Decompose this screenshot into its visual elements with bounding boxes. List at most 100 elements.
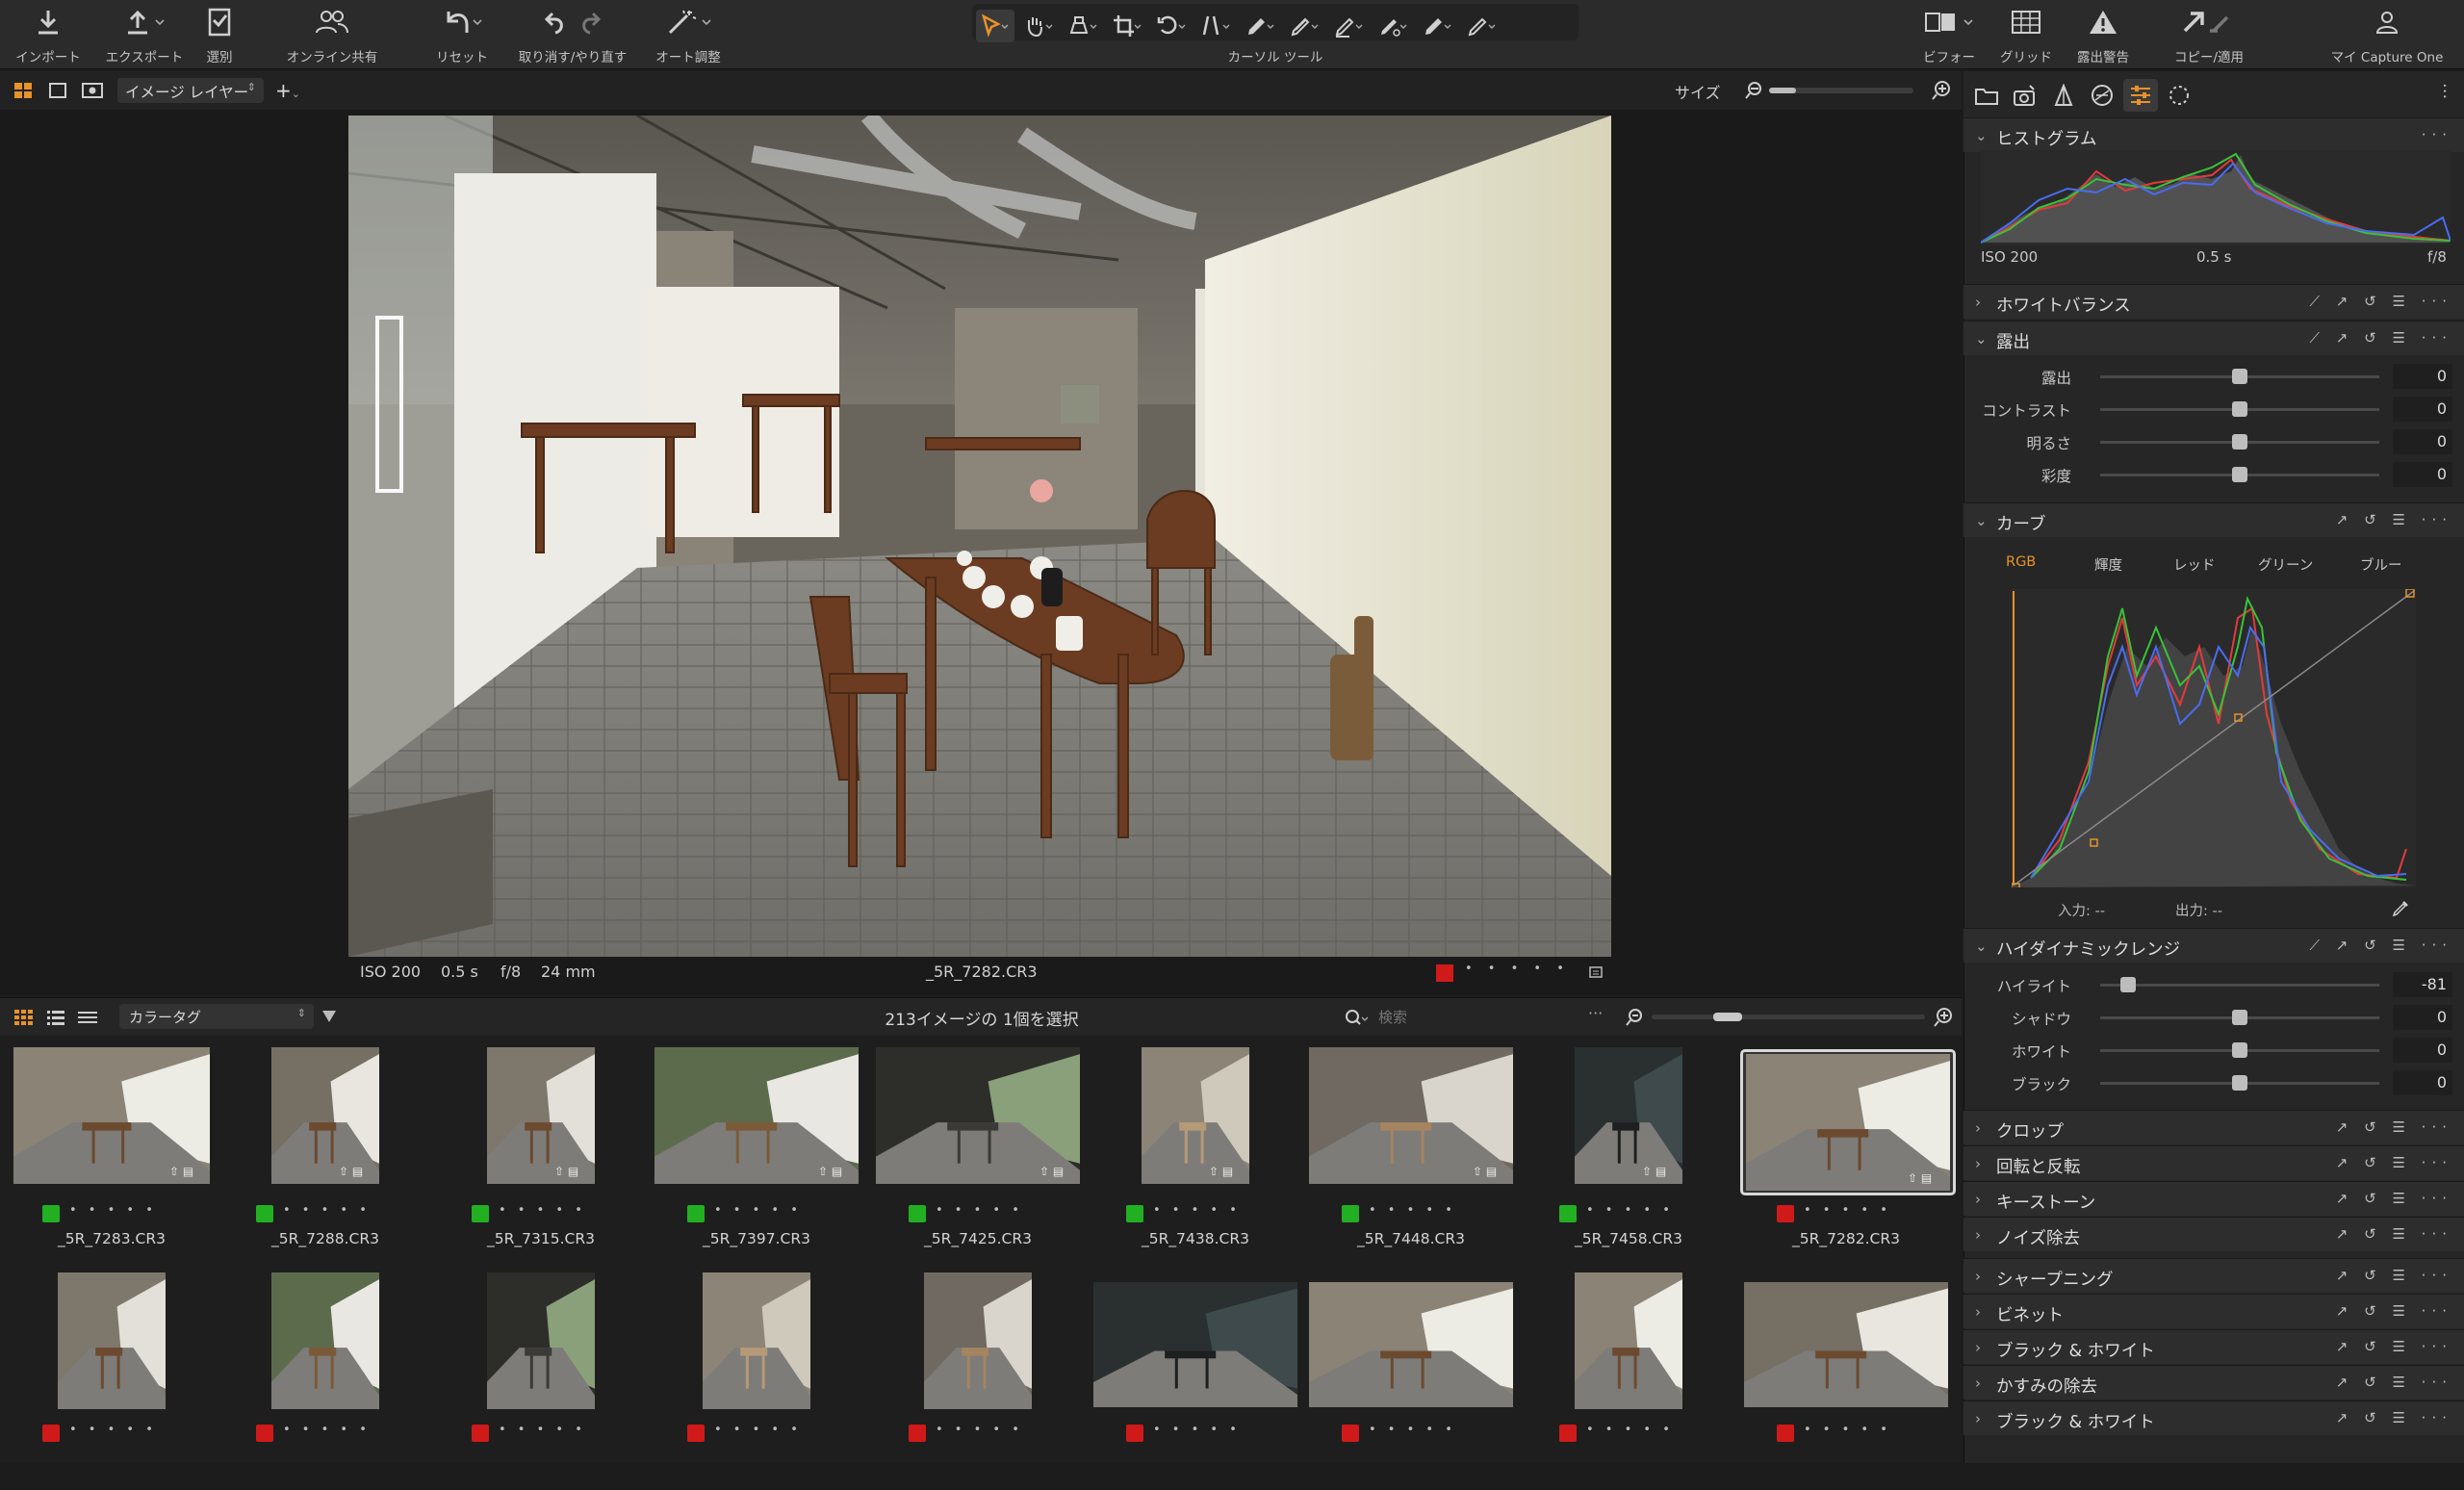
loupe-icon[interactable] bbox=[1065, 10, 1103, 42]
filter-icon[interactable] bbox=[321, 1009, 337, 1028]
curve-tab[interactable]: グリーン bbox=[2258, 554, 2313, 575]
share-button[interactable]: オンライン共有 bbox=[279, 0, 385, 69]
thumbnail-cell[interactable]: • • • • • bbox=[1305, 1271, 1517, 1490]
color-tag[interactable] bbox=[687, 1205, 705, 1222]
single-view-icon[interactable] bbox=[48, 82, 67, 103]
curve-tab[interactable]: RGB bbox=[2006, 554, 2036, 570]
proof-view-icon[interactable] bbox=[81, 82, 104, 103]
thumbnail-cell[interactable]: • • • • • bbox=[435, 1271, 647, 1490]
detail-tab-icon[interactable] bbox=[2162, 79, 2196, 112]
color-tag[interactable] bbox=[1559, 1205, 1577, 1222]
color-tag[interactable] bbox=[472, 1205, 489, 1222]
hdr-section-header[interactable]: ⌄ ハイダイナミックレンジ ⟋ ↗ ↺ ☰ ··· bbox=[1964, 928, 2464, 963]
keystone-icon[interactable] bbox=[1197, 10, 1236, 42]
thumb-zoom-in-icon[interactable] bbox=[1933, 1007, 1954, 1032]
tool-section-header[interactable]: › キーストーン ↗ ↺ ☰ ··· bbox=[1964, 1181, 2464, 1216]
exposure-warning-button[interactable]: 露出警告 bbox=[2069, 0, 2137, 69]
slider-knob[interactable] bbox=[2232, 467, 2247, 482]
thumbnail-cell[interactable]: • • • • • bbox=[651, 1271, 862, 1490]
grid-button[interactable]: グリッド bbox=[1992, 0, 2060, 69]
auto-adjust-button[interactable]: オート調整 bbox=[645, 0, 732, 69]
library-tab-icon[interactable] bbox=[1969, 79, 2004, 112]
curve-tab[interactable]: ブルー bbox=[2360, 554, 2402, 575]
section-actions-icon[interactable]: ↗ ↺ ☰ ··· bbox=[2336, 1225, 2452, 1243]
section-actions-icon[interactable]: ↗ ↺ ☰ ··· bbox=[2336, 1302, 2452, 1320]
thumbnail-cell[interactable]: ⇧ ▤ • • • • • _5R_7448.CR3 bbox=[1305, 1041, 1517, 1261]
section-actions-icon[interactable]: ⟋ ↗ ↺ ☰ ··· bbox=[2310, 293, 2452, 310]
thumbnail-image[interactable] bbox=[1309, 1282, 1513, 1411]
list-view-icon[interactable] bbox=[46, 1009, 65, 1030]
info-icon[interactable] bbox=[1588, 964, 1604, 984]
curve-graph[interactable] bbox=[2011, 588, 2416, 892]
tool-section-header[interactable]: › ブラック & ホワイト ↗ ↺ ☰ ··· bbox=[1964, 1329, 2464, 1364]
curve-section-header[interactable]: ⌄ カーブ ↗ ↺ ☰ ··· bbox=[1964, 502, 2464, 537]
rating-dots[interactable]: • • • • • bbox=[936, 1203, 1023, 1218]
section-actions-icon[interactable]: ⟋ ↗ ↺ ☰ ··· bbox=[2310, 329, 2452, 347]
exposure-section-header[interactable]: ⌄ 露出 ⟋ ↗ ↺ ☰ ··· bbox=[1964, 321, 2464, 355]
color-tag[interactable] bbox=[1126, 1205, 1143, 1222]
heal-icon[interactable] bbox=[1374, 10, 1413, 42]
lens-tab-icon[interactable] bbox=[2046, 79, 2081, 112]
color-tag[interactable] bbox=[42, 1205, 60, 1222]
rating-dots[interactable]: • • • • • bbox=[1586, 1203, 1674, 1218]
thumbnail-cell[interactable]: • • • • • bbox=[219, 1271, 431, 1490]
thumbnail-image[interactable] bbox=[58, 1272, 166, 1413]
slider-value[interactable]: -81 bbox=[2393, 972, 2452, 997]
thumbnail-cell[interactable]: ⇧ ▤ • • • • • _5R_7283.CR3 bbox=[6, 1041, 218, 1261]
thumbnail-cell[interactable]: ⇧ ▤ • • • • • _5R_7397.CR3 bbox=[651, 1041, 862, 1261]
thumbnail-cell[interactable]: ⇧ ▤ • • • • • _5R_7458.CR3 bbox=[1523, 1041, 1734, 1261]
thumbnail-image[interactable] bbox=[271, 1272, 379, 1413]
color-tag[interactable] bbox=[1777, 1425, 1794, 1442]
section-actions-icon[interactable]: ↗ ↺ ☰ ··· bbox=[2336, 1154, 2452, 1171]
section-more-icon[interactable]: ··· bbox=[2422, 126, 2452, 143]
sort-select[interactable]: カラータグ ⇕ bbox=[119, 1004, 314, 1029]
before-button[interactable]: ビフォー bbox=[1915, 0, 1983, 69]
tool-section-header[interactable]: › ブラック & ホワイト ↗ ↺ ☰ ··· bbox=[1964, 1400, 2464, 1435]
pan-hand-icon[interactable] bbox=[1020, 10, 1059, 42]
slider-value[interactable]: 0 bbox=[2393, 1038, 2452, 1063]
rating-dots[interactable]: • • • • • bbox=[1586, 1423, 1674, 1437]
color-tag[interactable] bbox=[42, 1425, 60, 1442]
filmstrip-view-icon[interactable] bbox=[77, 1009, 98, 1030]
annotate-icon[interactable] bbox=[1463, 10, 1502, 42]
zoom-out-icon[interactable] bbox=[1744, 81, 1763, 104]
tool-section-header[interactable]: › 回転と反転 ↗ ↺ ☰ ··· bbox=[1964, 1145, 2464, 1180]
slider-knob[interactable] bbox=[2232, 401, 2247, 417]
rating-dots[interactable]: • • • • • bbox=[1465, 962, 1570, 976]
section-actions-icon[interactable]: ↗ ↺ ☰ ··· bbox=[2336, 1338, 2452, 1355]
adjust-tab-icon[interactable] bbox=[2123, 79, 2158, 112]
rating-dots[interactable]: • • • • • bbox=[1153, 1423, 1241, 1437]
eyedropper-icon[interactable] bbox=[2391, 899, 2410, 922]
tool-section-header[interactable]: › シャープニング ↗ ↺ ☰ ··· bbox=[1964, 1258, 2464, 1293]
tool-section-header[interactable]: › ビネット ↗ ↺ ☰ ··· bbox=[1964, 1294, 2464, 1328]
slider-value[interactable]: 0 bbox=[2393, 1070, 2452, 1095]
rating-dots[interactable]: • • • • • bbox=[499, 1203, 586, 1218]
thumb-size-knob[interactable] bbox=[1713, 1013, 1742, 1021]
rating-dots[interactable]: • • • • • bbox=[936, 1423, 1023, 1437]
thumbnail-image[interactable] bbox=[703, 1272, 810, 1413]
thumbnail-image[interactable] bbox=[1093, 1282, 1297, 1411]
rating-dots[interactable]: • • • • • bbox=[714, 1423, 802, 1437]
thumbnail-view-icon[interactable] bbox=[13, 1009, 33, 1030]
thumbnail-cell[interactable]: • • • • • bbox=[872, 1271, 1084, 1490]
rating-dots[interactable]: • • • • • bbox=[1369, 1203, 1456, 1218]
thumbnail-cell[interactable]: • • • • • bbox=[1523, 1271, 1734, 1490]
eraser-icon[interactable] bbox=[1330, 10, 1369, 42]
slider-knob[interactable] bbox=[2232, 1042, 2247, 1058]
section-actions-icon[interactable]: ↗ ↺ ☰ ··· bbox=[2336, 1118, 2452, 1136]
picker-icon[interactable] bbox=[1419, 10, 1457, 42]
thumbnail-image[interactable] bbox=[1575, 1272, 1682, 1413]
color-tag[interactable] bbox=[256, 1205, 273, 1222]
slider-value[interactable]: 0 bbox=[2393, 462, 2452, 487]
color-tag[interactable] bbox=[1436, 964, 1453, 982]
more-icon[interactable]: ··· bbox=[1588, 1004, 1603, 1022]
thumbnail-cell[interactable]: • • • • • bbox=[1740, 1271, 1952, 1490]
slider-value[interactable]: 0 bbox=[2393, 397, 2452, 422]
curve-tab[interactable]: 輝度 bbox=[2094, 554, 2122, 575]
white-balance-section-header[interactable]: › ホワイトバランス ⟋ ↗ ↺ ☰ ··· bbox=[1964, 284, 2464, 319]
rating-dots[interactable]: • • • • • bbox=[283, 1203, 371, 1218]
thumbnail-cell[interactable]: ⇧ ▤ • • • • • _5R_7425.CR3 bbox=[872, 1041, 1084, 1261]
crop-icon[interactable] bbox=[1109, 10, 1147, 42]
rating-dots[interactable]: • • • • • bbox=[1804, 1423, 1891, 1437]
slider-track[interactable] bbox=[2100, 984, 2379, 987]
